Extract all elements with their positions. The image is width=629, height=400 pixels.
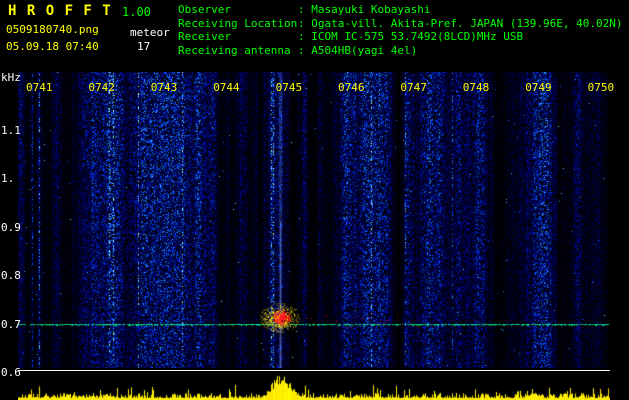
info-row: Observer: Masayuki Kobayashi bbox=[178, 3, 623, 17]
mode-label: meteor bbox=[130, 26, 170, 39]
signal-level-canvas bbox=[18, 372, 610, 400]
observation-datetime: 05.09.18 07:40 bbox=[6, 40, 99, 53]
info-row: Receiving Location: Ogata-vill. Akita-Pr… bbox=[178, 17, 623, 31]
spectrogram-canvas bbox=[18, 72, 610, 368]
info-label: Receiving antenna bbox=[178, 43, 291, 57]
info-label: Receiving Location bbox=[178, 16, 298, 30]
info-label: Receiver bbox=[178, 30, 231, 43]
info-separator: : bbox=[298, 16, 312, 30]
app-version: 1.00 bbox=[122, 5, 151, 19]
app-title: H R O F F T bbox=[8, 3, 112, 19]
info-value: Masayuki Kobayashi bbox=[311, 3, 431, 16]
separator-line bbox=[18, 370, 610, 371]
info-separator: : bbox=[298, 30, 312, 43]
info-separator: : bbox=[298, 3, 312, 16]
output-filename: 0509180740.png bbox=[6, 23, 99, 36]
info-value: Ogata-vill. Akita-Pref. JAPAN (139.96E, … bbox=[311, 16, 623, 30]
info-row: Receiver: ICOM IC-575 53.7492(8LCD)MHz U… bbox=[178, 30, 623, 44]
info-value: A504HB(yagi 4el) bbox=[311, 43, 418, 57]
info-value: ICOM IC-575 53.7492(8LCD)MHz USB bbox=[311, 30, 524, 43]
info-row: Receiving antenna: A504HB(yagi 4el) bbox=[178, 44, 623, 58]
info-separator: : bbox=[298, 43, 312, 57]
echo-count: 17 bbox=[137, 40, 151, 53]
station-info: Observer: Masayuki Kobayashi Receiving L… bbox=[178, 3, 623, 57]
info-label: Observer bbox=[178, 3, 231, 16]
hrofft-spectrogram-window: H R O F F T 1.00 0509180740.png meteor 0… bbox=[0, 0, 629, 400]
y-axis-label: 1. bbox=[1, 172, 15, 185]
